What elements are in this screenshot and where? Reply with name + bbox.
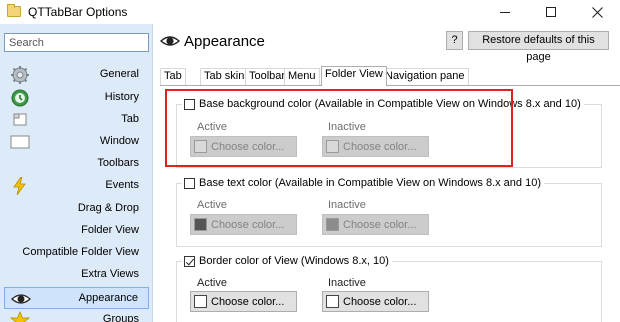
- base-background-color-checkbox[interactable]: Base background color (Available in Comp…: [182, 98, 584, 110]
- eye-icon: [160, 36, 180, 46]
- inactive-label: Inactive: [328, 277, 366, 289]
- help-button[interactable]: ?: [446, 31, 463, 50]
- search-input[interactable]: [4, 33, 149, 52]
- window-title: QTTabBar Options: [28, 5, 128, 19]
- checkbox-box[interactable]: [184, 177, 195, 189]
- sidebar-item-label: Toolbars: [97, 157, 139, 169]
- folder-icon: [7, 4, 21, 17]
- sidebar-item-label: Drag & Drop: [77, 202, 139, 214]
- sidebar-item-history[interactable]: History: [4, 87, 149, 109]
- checkbox-label: Base background color (Available in Comp…: [199, 98, 581, 110]
- restore-defaults-button[interactable]: Restore defaults of this page: [468, 31, 609, 63]
- sidebar-item-groups[interactable]: Groups: [4, 309, 149, 322]
- sidebar-item-label: General: [99, 68, 139, 80]
- active-label: Active: [197, 199, 227, 211]
- button-label: Choose color...: [211, 218, 285, 231]
- active-color-button[interactable]: Choose color...: [190, 136, 297, 157]
- lightning-icon: [13, 177, 26, 195]
- sidebar-item-label: Window: [99, 135, 139, 147]
- sidebar-item-window[interactable]: Window: [4, 131, 149, 153]
- maximize-icon: [546, 7, 556, 17]
- active-color-button[interactable]: Choose color...: [190, 214, 297, 235]
- tab-navigation-pane[interactable]: Navigation pane: [381, 68, 469, 85]
- sidebar-item-label: Tab: [121, 113, 139, 125]
- sidebar-item-label: Extra Views: [81, 268, 139, 280]
- window-icon: [10, 135, 30, 149]
- tab-icon: [13, 113, 27, 126]
- sidebar-item-compatible-folder-view[interactable]: Compatible Folder View: [4, 242, 149, 264]
- color-swatch: [326, 295, 339, 308]
- sidebar-item-label: Events: [105, 179, 139, 191]
- title-bar: QTTabBar Options: [0, 0, 620, 24]
- star-icon: [10, 311, 30, 322]
- sidebar-item-general[interactable]: General: [4, 64, 149, 86]
- checkbox-label: Base text color (Available in Compatible…: [199, 177, 541, 189]
- eye-icon: [11, 294, 31, 304]
- sidebar-item-extra-views[interactable]: Extra Views: [4, 264, 149, 286]
- sidebar-item-toolbars[interactable]: Toolbars: [4, 153, 149, 175]
- button-label: Choose color...: [343, 218, 417, 231]
- inactive-color-button[interactable]: Choose color...: [322, 136, 429, 157]
- maximize-button[interactable]: [528, 0, 574, 24]
- minimize-icon: [500, 11, 510, 13]
- sidebar-item-label: Appearance: [78, 292, 138, 304]
- tab-toolbar[interactable]: Toolbar: [245, 68, 290, 85]
- color-swatch: [326, 218, 339, 231]
- inactive-label: Inactive: [328, 121, 366, 133]
- gear-icon: [11, 66, 29, 84]
- border-color-of-view-checkbox[interactable]: Border color of View (Windows 8.x, 10): [182, 255, 392, 267]
- button-label: Choose color...: [211, 295, 285, 308]
- color-swatch: [326, 140, 339, 153]
- history-icon: [11, 89, 29, 107]
- page-title: Appearance: [184, 33, 265, 50]
- color-swatch: [194, 295, 207, 308]
- checkbox-label: Border color of View (Windows 8.x, 10): [199, 255, 389, 267]
- sidebar-item-tab[interactable]: Tab: [4, 109, 149, 131]
- close-button[interactable]: [574, 0, 620, 24]
- active-color-button[interactable]: Choose color...: [190, 291, 297, 312]
- tab-tab[interactable]: Tab: [160, 68, 186, 85]
- checkbox-box[interactable]: [184, 255, 195, 267]
- minimize-button[interactable]: [482, 0, 528, 24]
- color-swatch: [194, 140, 207, 153]
- sidebar-item-label: Folder View: [81, 224, 139, 236]
- checkbox-box[interactable]: [184, 98, 195, 110]
- tab-menu[interactable]: Menu: [284, 68, 320, 85]
- color-swatch: [194, 218, 207, 231]
- active-label: Active: [197, 277, 227, 289]
- sidebar-item-label: Compatible Folder View: [22, 246, 139, 258]
- inactive-color-button[interactable]: Choose color...: [322, 214, 429, 235]
- options-window: QTTabBar Options General History Tab Win…: [0, 0, 620, 322]
- button-label: Choose color...: [211, 140, 285, 153]
- active-label: Active: [197, 121, 227, 133]
- sidebar-item-label: History: [104, 91, 139, 103]
- base-text-color-checkbox[interactable]: Base text color (Available in Compatible…: [182, 177, 544, 189]
- close-icon: [591, 6, 603, 18]
- sidebar-item-folder-view[interactable]: Folder View: [4, 220, 149, 242]
- button-label: Choose color...: [343, 140, 417, 153]
- inactive-label: Inactive: [328, 199, 366, 211]
- sidebar-item-label: Groups: [102, 313, 139, 322]
- sidebar-item-drag-drop[interactable]: Drag & Drop: [4, 198, 149, 220]
- button-label: Choose color...: [343, 295, 417, 308]
- sidebar-item-appearance[interactable]: Appearance: [4, 287, 149, 309]
- sidebar-item-events[interactable]: Events: [4, 175, 149, 197]
- inactive-color-button[interactable]: Choose color...: [322, 291, 429, 312]
- tab-folder-view[interactable]: Folder View: [321, 66, 387, 86]
